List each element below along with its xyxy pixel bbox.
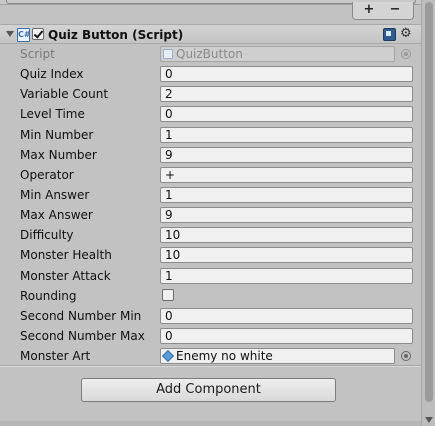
script-icon: C# <box>17 28 31 42</box>
list-add-button[interactable]: + <box>359 2 379 18</box>
property-label: Rounding <box>20 288 77 303</box>
property-row: Min Number 1 <box>0 125 421 145</box>
help-icon[interactable] <box>383 28 396 41</box>
prefab-icon <box>161 350 175 363</box>
property-row: Second Number Max 0 <box>0 326 421 346</box>
property-label: Second Number Max <box>20 328 145 343</box>
property-label: Quiz Index <box>20 67 84 82</box>
second-number-max-field[interactable]: 0 <box>160 327 413 344</box>
difficulty-field[interactable]: 10 <box>160 227 413 244</box>
property-label-script: Script <box>20 47 55 61</box>
property-row: Level Time 0 <box>0 104 421 124</box>
bottom-edge <box>0 421 421 426</box>
rounding-checkbox[interactable] <box>162 288 174 301</box>
second-number-min-field[interactable]: 0 <box>160 307 413 324</box>
script-reference-field: QuizButton <box>160 46 395 62</box>
property-label: Second Number Min <box>20 308 142 323</box>
property-row: Operator + <box>0 165 421 185</box>
property-row: Variable Count 2 <box>0 84 421 104</box>
property-row: Max Number 9 <box>0 145 421 165</box>
properties-list: Script QuizButton Quiz Index 0 Variable … <box>0 44 421 366</box>
vertical-scrollbar[interactable] <box>421 0 435 426</box>
property-row: Max Answer 9 <box>0 205 421 225</box>
property-label: Min Answer <box>20 187 90 202</box>
component-enabled-checkbox[interactable] <box>32 28 44 40</box>
property-row: Monster Health 10 <box>0 245 421 265</box>
gear-icon[interactable]: ⚙ <box>400 26 412 42</box>
property-label: Difficulty <box>20 228 74 243</box>
monster-attack-field[interactable]: 1 <box>160 267 413 284</box>
property-label: Min Number <box>20 127 94 142</box>
property-label: Monster Attack <box>20 268 111 283</box>
scroll-down-arrow-icon[interactable] <box>425 417 433 423</box>
min-number-field[interactable]: 1 <box>160 126 413 143</box>
max-number-field[interactable]: 9 <box>160 146 413 163</box>
list-remove-button[interactable]: − <box>385 2 405 18</box>
property-row: Min Answer 1 <box>0 185 421 205</box>
property-row: Second Number Min 0 <box>0 306 421 326</box>
add-component-button[interactable]: Add Component <box>81 378 336 402</box>
property-row: Quiz Index 0 <box>0 64 421 84</box>
component-header[interactable]: C# Quiz Button (Script) ⚙ <box>0 24 421 44</box>
property-row-rounding: Rounding <box>0 286 421 306</box>
property-label: Monster Health <box>20 248 112 263</box>
section-divider-highlight <box>0 366 421 367</box>
inspector-panel: + − C# Quiz Button (Script) ⚙ Script Qui… <box>0 0 435 426</box>
scrollbar-thumb[interactable] <box>425 2 433 402</box>
component-title: Quiz Button (Script) <box>48 28 184 42</box>
property-label: Operator <box>20 167 74 182</box>
object-picker-icon <box>401 49 411 59</box>
property-label: Max Answer <box>20 208 93 223</box>
max-answer-field[interactable]: 9 <box>160 207 413 224</box>
monster-health-field[interactable]: 10 <box>160 247 413 264</box>
property-row-script: Script QuizButton <box>0 44 421 64</box>
foldout-arrow-icon[interactable] <box>6 31 14 37</box>
list-add-remove-controls: + − <box>352 2 414 20</box>
property-label: Monster Art <box>20 349 91 364</box>
property-label: Variable Count <box>20 87 109 102</box>
monster-art-field[interactable]: Enemy no white <box>160 348 395 365</box>
object-picker-icon[interactable] <box>401 351 411 362</box>
script-reference-value: QuizButton <box>176 47 243 61</box>
level-time-field[interactable]: 0 <box>160 106 413 123</box>
property-row-monster-art: Monster Art Enemy no white <box>0 346 421 366</box>
min-answer-field[interactable]: 1 <box>160 186 413 203</box>
monster-art-value: Enemy no white <box>176 349 273 364</box>
property-label: Level Time <box>20 107 85 122</box>
property-row: Difficulty 10 <box>0 225 421 245</box>
variable-count-field[interactable]: 2 <box>160 86 413 103</box>
operator-field[interactable]: + <box>160 166 413 183</box>
script-file-icon <box>163 49 173 59</box>
property-label: Max Number <box>20 147 97 162</box>
property-row: Monster Attack 1 <box>0 266 421 286</box>
quiz-index-field[interactable]: 0 <box>160 66 413 83</box>
